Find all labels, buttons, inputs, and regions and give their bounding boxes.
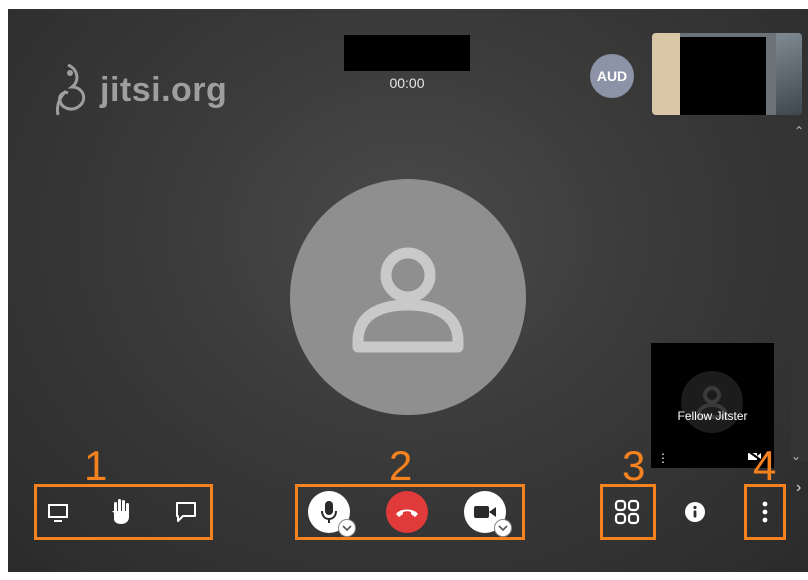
annotation-label-3: 3 [622, 442, 646, 489]
thumbnail-background-right [776, 33, 802, 115]
info-icon [685, 502, 705, 522]
large-participant-avatar [290, 179, 526, 415]
screen-share-icon [48, 504, 68, 522]
app-window: jitsi.org 00:00 AUD ⌃ ⌄ › Fellow Jitster… [0, 0, 808, 580]
tile-view-button[interactable] [612, 497, 642, 527]
camera-options-icon[interactable] [494, 519, 512, 537]
thumbnail-background-left [652, 33, 680, 115]
chat-button[interactable] [172, 498, 200, 526]
camera-icon [474, 506, 496, 518]
microphone-options-icon[interactable] [338, 519, 356, 537]
participant-name: Fellow Jitster [677, 409, 748, 423]
microphone-button[interactable] [308, 491, 356, 537]
annotation-label-2: 2 [389, 442, 413, 489]
logo-text: jitsi.org [100, 70, 228, 109]
participant-thumbnail-top[interactable] [652, 33, 802, 115]
camera-button[interactable] [464, 491, 512, 537]
raise-hand-button[interactable] [106, 495, 136, 527]
user-silhouette-icon [352, 247, 464, 353]
more-options-icon [762, 501, 768, 523]
redacted-meeting-title [344, 35, 470, 71]
jitsi-logo[interactable]: jitsi.org [48, 61, 227, 119]
info-button[interactable] [682, 499, 708, 525]
call-timer: 00:00 [389, 75, 425, 91]
tile-view-icon [614, 499, 640, 525]
scroll-down-icon[interactable]: ⌄ [791, 449, 801, 463]
annotation-label-4: 4 [753, 442, 777, 489]
annotation-label-1: 1 [84, 442, 108, 489]
filmstrip-toggle-icon[interactable]: › [796, 479, 801, 497]
scroll-up-icon[interactable]: ⌃ [794, 124, 804, 138]
redacted-face [680, 37, 766, 115]
audio-only-participant-avatar[interactable]: AUD [590, 54, 634, 98]
large-video-area[interactable]: jitsi.org 00:00 AUD ⌃ ⌄ › Fellow Jitster… [8, 9, 808, 572]
tile-menu-icon[interactable]: ⋮ [657, 451, 669, 465]
microphone-icon [321, 501, 337, 523]
fellow-avatar [681, 371, 743, 433]
jitsi-logo-icon [56, 63, 86, 116]
raise-hand-icon [112, 499, 129, 524]
chat-icon [176, 502, 196, 522]
user-silhouette-icon [695, 386, 729, 419]
hangup-button[interactable] [386, 491, 428, 533]
filmstrip-scrollbar[interactable]: ⌃ [791, 121, 808, 461]
more-options-button[interactable] [754, 497, 776, 527]
hangup-icon [396, 509, 418, 517]
screen-share-button[interactable] [44, 499, 72, 527]
